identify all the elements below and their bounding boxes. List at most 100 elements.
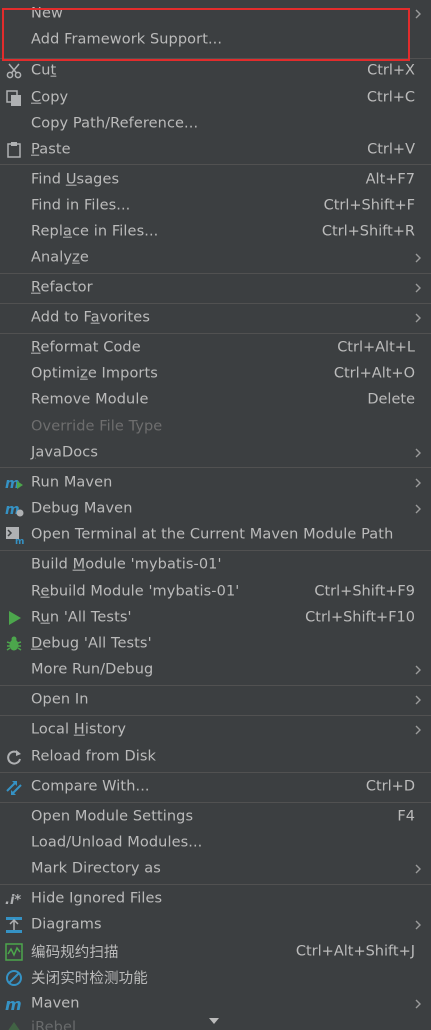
menu-item-more-run-debug[interactable]: More Run/Debug xyxy=(0,657,431,683)
menu-separator xyxy=(0,802,431,803)
menu-item-label: Mark Directory as xyxy=(31,860,161,877)
submenu-arrow-icon xyxy=(415,504,421,514)
menu-item-diagrams[interactable]: Diagrams xyxy=(0,912,431,938)
menu-item-maven[interactable]: m Maven xyxy=(0,991,431,1017)
compare-icon xyxy=(6,781,22,795)
menu-item-label: 编码规约扫描 xyxy=(31,945,119,962)
menu-item-shortcut: Ctrl+Alt+O xyxy=(333,365,415,382)
menu-item-add-to-favorites[interactable]: Add to Favorites xyxy=(0,305,431,331)
menu-separator xyxy=(0,550,431,551)
menu-item-label: Run Maven xyxy=(31,474,113,491)
clipboard-icon xyxy=(7,142,21,158)
menu-item-label: Add to Favorites xyxy=(31,309,150,326)
code-scan-icon xyxy=(5,943,23,961)
menu-item-label: Open Module Settings xyxy=(31,808,194,825)
menu-item-label: Cut xyxy=(31,62,57,79)
menu-item-rebuild-module[interactable]: Rebuild Module 'mybatis-01' Ctrl+Shift+F… xyxy=(0,579,431,605)
menu-item-paste[interactable]: Paste Ctrl+V xyxy=(0,137,431,163)
menu-item-run-maven[interactable]: m Run Maven xyxy=(0,470,431,496)
ignored-files-icon: .i* xyxy=(5,893,21,908)
menu-item-label: jRebel xyxy=(31,1019,77,1030)
menu-item-reformat-code[interactable]: Reformat Code Ctrl+Alt+L xyxy=(0,335,431,361)
submenu-arrow-icon xyxy=(415,9,421,19)
menu-item-label: Debug 'All Tests' xyxy=(31,635,152,652)
menu-item-shortcut: Ctrl+Alt+L xyxy=(337,339,415,356)
maven-icon: m xyxy=(5,995,22,1014)
menu-item-load-unload-modules[interactable]: Load/Unload Modules... xyxy=(0,830,431,856)
menu-item-replace-in-files[interactable]: Replace in Files... Ctrl+Shift+R xyxy=(0,219,431,245)
submenu-arrow-icon xyxy=(415,665,421,675)
menu-item-label: Open In xyxy=(31,691,89,708)
menu-separator xyxy=(0,685,431,686)
menu-item-label: Optimize Imports xyxy=(31,365,158,382)
menu-item-label: Rebuild Module 'mybatis-01' xyxy=(31,583,240,600)
menu-item-shortcut: F4 xyxy=(397,808,415,825)
menu-item-label: Hide Ignored Files xyxy=(31,890,163,907)
menu-item-local-history[interactable]: Local History xyxy=(0,717,431,743)
debug-icon xyxy=(6,636,22,651)
menu-item-label: JavaDocs xyxy=(31,444,99,461)
menu-item-label: Remove Module xyxy=(31,391,149,408)
menu-item-debug-maven[interactable]: m Debug Maven xyxy=(0,496,431,522)
menu-item-refactor[interactable]: Refactor xyxy=(0,275,431,301)
menu-item-mark-directory-as[interactable]: Mark Directory as xyxy=(0,856,431,882)
svg-text:m: m xyxy=(5,502,20,518)
jrebel-icon xyxy=(8,1022,20,1030)
maven-debug-icon: m xyxy=(5,502,24,518)
menu-item-disable-realtime-detection[interactable]: 关闭实时检测功能 xyxy=(0,965,431,991)
svg-text:.i*: .i* xyxy=(5,893,21,908)
menu-separator xyxy=(0,884,431,885)
context-menu: New Add Framework Support... Cut Ctrl+X … xyxy=(0,0,431,1030)
annotation-highlight-box xyxy=(2,8,410,61)
menu-item-label: Refactor xyxy=(31,279,93,296)
menu-item-label: Replace in Files... xyxy=(31,223,159,240)
menu-item-label: Analyze xyxy=(31,249,89,266)
menu-item-label: Override File Type xyxy=(31,418,163,435)
menu-item-label: Local History xyxy=(31,721,127,738)
menu-item-label: 关闭实时检测功能 xyxy=(31,971,148,988)
maven-run-icon: m xyxy=(5,476,23,492)
menu-item-compare-with[interactable]: Compare With... Ctrl+D xyxy=(0,774,431,800)
menu-item-shortcut: Ctrl+Shift+R xyxy=(321,223,415,240)
menu-item-code-scan[interactable]: 编码规约扫描 Ctrl+Alt+Shift+J xyxy=(0,939,431,965)
reload-icon xyxy=(7,750,21,765)
submenu-arrow-icon xyxy=(415,999,421,1009)
menu-item-copy[interactable]: Copy Ctrl+C xyxy=(0,85,431,111)
menu-item-override-file-type: Override File Type xyxy=(0,414,431,440)
submenu-arrow-icon xyxy=(415,478,421,488)
menu-item-open-terminal-maven[interactable]: m Open Terminal at the Current Maven Mod… xyxy=(0,522,431,548)
menu-item-build-module[interactable]: Build Module 'mybatis-01' xyxy=(0,552,431,578)
menu-item-reload-from-disk[interactable]: Reload from Disk xyxy=(0,744,431,770)
submenu-arrow-icon xyxy=(415,448,421,458)
menu-item-shortcut: Ctrl+Alt+Shift+J xyxy=(295,943,415,960)
menu-item-optimize-imports[interactable]: Optimize Imports Ctrl+Alt+O xyxy=(0,361,431,387)
menu-item-label: Run 'All Tests' xyxy=(31,609,132,626)
submenu-arrow-icon xyxy=(415,283,421,293)
menu-item-shortcut: Ctrl+D xyxy=(365,778,415,795)
menu-item-shortcut: Ctrl+X xyxy=(367,62,415,79)
menu-separator xyxy=(0,333,431,334)
submenu-arrow-icon xyxy=(415,864,421,874)
menu-separator xyxy=(0,715,431,716)
menu-item-remove-module[interactable]: Remove Module Delete xyxy=(0,387,431,413)
menu-item-find-in-files[interactable]: Find in Files... Ctrl+Shift+F xyxy=(0,193,431,219)
menu-item-run-all-tests[interactable]: Run 'All Tests' Ctrl+Shift+F10 xyxy=(0,605,431,631)
menu-item-analyze[interactable]: Analyze xyxy=(0,245,431,271)
menu-item-javadocs[interactable]: JavaDocs xyxy=(0,440,431,466)
disable-detection-icon xyxy=(6,970,22,986)
scroll-down-arrow-icon[interactable] xyxy=(207,1016,221,1026)
menu-item-open-module-settings[interactable]: Open Module Settings F4 xyxy=(0,804,431,830)
menu-item-open-in[interactable]: Open In xyxy=(0,687,431,713)
menu-separator xyxy=(0,772,431,773)
submenu-arrow-icon xyxy=(415,695,421,705)
menu-separator xyxy=(0,273,431,274)
menu-item-hide-ignored-files[interactable]: .i* Hide Ignored Files xyxy=(0,886,431,912)
menu-item-cut[interactable]: Cut Ctrl+X xyxy=(0,58,431,84)
menu-item-find-usages[interactable]: Find Usages Alt+F7 xyxy=(0,167,431,193)
menu-item-debug-all-tests[interactable]: Debug 'All Tests' xyxy=(0,631,431,657)
menu-item-label: More Run/Debug xyxy=(31,661,154,678)
menu-separator xyxy=(0,164,431,165)
menu-item-label: Reload from Disk xyxy=(31,748,157,765)
menu-item-label: Paste xyxy=(31,141,71,158)
menu-item-copy-path-reference[interactable]: Copy Path/Reference... xyxy=(0,111,431,137)
